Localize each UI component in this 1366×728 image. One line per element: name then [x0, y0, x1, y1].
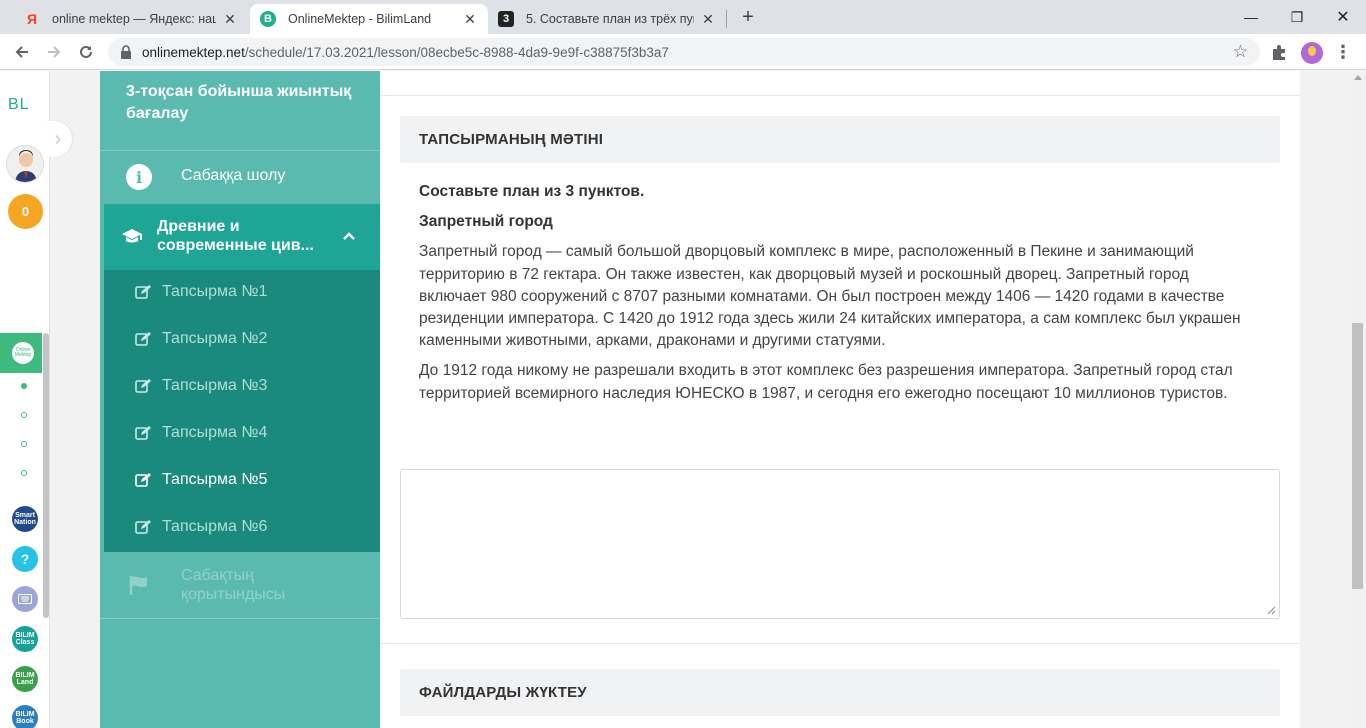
leftbar-scrollbar[interactable] [43, 333, 49, 618]
text-paragraph: Запретный город — самый большой дворцовы… [419, 243, 1241, 350]
edit-pen-icon [135, 379, 151, 393]
page-scrollbar[interactable] [1350, 71, 1366, 728]
divider [380, 95, 1300, 96]
task-instruction: Составьте план из 3 пунктов. [419, 183, 645, 200]
scrollbar-thumb[interactable] [1352, 323, 1363, 589]
help-question-icon[interactable]: ? [12, 546, 38, 572]
nav-dot[interactable] [21, 412, 27, 418]
info-icon: i [126, 164, 152, 190]
task-text-section-header: ТАПСЫРМАНЫҢ МӘТІНІ [400, 116, 1280, 163]
address-bar[interactable]: onlinemektep.net/schedule/17.03.2021/les… [108, 38, 1260, 66]
lock-icon [121, 45, 131, 59]
bilimland-favicon-icon: B [260, 11, 276, 27]
tab-separator [726, 10, 727, 28]
tab-title: 5. Составьте план из трёх пунктов [526, 12, 694, 26]
bookmark-star-icon[interactable]: ☆ [1233, 42, 1248, 62]
bilim-class-icon[interactable]: BILIM Class [12, 626, 38, 652]
browser-tab-bar: Я online mektep — Яндекс: нашлось ✕ B On… [0, 0, 1366, 34]
nav-dot[interactable] [21, 470, 27, 476]
url-host: onlinemektep.net [142, 45, 245, 60]
divider [100, 618, 380, 619]
sidebar-module-label: Древние и современные цив... [157, 218, 314, 254]
coins-badge: 0 [8, 194, 43, 229]
sidebar-item-overview[interactable]: i Сабаққа шолу [100, 151, 380, 203]
chevron-up-icon[interactable] [342, 228, 356, 244]
task-list: Тапсырма №1 Тапсырма №2 Тапсырма №3 Тапс… [104, 270, 380, 552]
online-mektep-app[interactable]: Online Mektep [0, 333, 42, 373]
bilim-book-icon[interactable]: BILIM Book [12, 705, 38, 728]
divider [380, 643, 1300, 644]
browser-toolbar: onlinemektep.net/schedule/17.03.2021/les… [0, 34, 1366, 70]
sidebar-item-label: Сабақтың қорытындысы [181, 567, 286, 603]
edit-pen-icon [135, 285, 151, 299]
scroll-up-arrow-icon[interactable] [1354, 75, 1362, 80]
bilim-land-icon[interactable]: BILIM Land [12, 666, 38, 692]
znanija-favicon-icon: 3 [498, 11, 514, 27]
tab-onlinemektep[interactable]: B OnlineMektep - BilimLand ✕ [250, 4, 488, 34]
app-left-bar: BL 0 Online Mektep Smart Nation ? BILIM … [0, 71, 50, 728]
sidebar-item-task-1[interactable]: Тапсырма №1 [104, 270, 380, 317]
close-window-button[interactable]: ✕ [1320, 0, 1366, 34]
bilimland-logo[interactable]: BL [8, 96, 30, 114]
smart-nation-icon[interactable]: Smart Nation [12, 506, 38, 532]
graduation-cap-icon [122, 228, 142, 249]
tab-title: OnlineMektep - BilimLand [288, 12, 432, 26]
sidebar-item-label: Тапсырма №3 [162, 377, 268, 394]
resize-grip-icon[interactable] [1267, 606, 1276, 615]
answer-textarea[interactable] [400, 469, 1280, 619]
close-tab-icon[interactable]: ✕ [462, 11, 478, 27]
sidebar-item-label: Тапсырма №4 [162, 424, 268, 441]
sidebar-item-label: Тапсырма №2 [162, 330, 268, 347]
close-tab-icon[interactable]: ✕ [222, 11, 238, 27]
main-content: ТАПСЫРМАНЫҢ МӘТІНІ Составьте план из 3 п… [380, 71, 1300, 728]
chrome-menu-icon[interactable]: ⋮ [1334, 41, 1352, 63]
url-path: /schedule/17.03.2021/lesson/08ecbe5c-898… [244, 45, 669, 60]
task-text: Составьте план из 3 пунктов. Запретный г… [419, 181, 1249, 413]
reload-icon[interactable] [73, 39, 99, 65]
edit-pen-icon [135, 332, 151, 346]
sidebar-item-label: Тапсырма №1 [162, 283, 268, 300]
sidebar-item-label: Тапсырма №6 [162, 518, 268, 535]
close-tab-icon[interactable]: ✕ [700, 11, 716, 27]
text-paragraph: До 1912 года никому не разрешали входить… [419, 362, 1233, 402]
flag-icon [129, 576, 147, 595]
user-avatar[interactable] [6, 145, 44, 183]
text-title: Запретный город [419, 213, 553, 231]
sidebar-item-task-4[interactable]: Тапсырма №4 [104, 411, 380, 458]
tab-plan[interactable]: 3 5. Составьте план из трёх пунктов ✕ [488, 4, 726, 34]
section-title: ТАПСЫРМАНЫҢ МӘТІНІ [419, 131, 604, 148]
sidebar-item-label: Тапсырма №5 [162, 471, 268, 488]
edit-pen-icon [135, 520, 151, 534]
sidebar-module-header[interactable]: Древние и современные цив... [104, 204, 380, 270]
sidebar-item-task-2[interactable]: Тапсырма №2 [104, 317, 380, 364]
lesson-sidebar: 3-тоқсан бойынша жиынтық бағалау i Сабақ… [100, 71, 380, 728]
lesson-title: 3-тоқсан бойынша жиынтық бағалау [126, 83, 352, 122]
extensions-puzzle-icon[interactable] [1270, 43, 1288, 61]
nav-dot-active[interactable] [21, 383, 27, 389]
yandex-favicon-icon: Я [26, 11, 38, 27]
edit-pen-icon [135, 473, 151, 487]
minimize-button[interactable]: — [1228, 0, 1274, 34]
expand-sidebar-chevron-icon[interactable]: › [44, 121, 72, 157]
sidebar-item-label: Сабаққа шолу [181, 167, 286, 184]
tab-yandex[interactable]: Я online mektep — Яндекс: нашлось ✕ [14, 4, 248, 34]
profile-avatar-icon[interactable] [1301, 42, 1323, 64]
online-mektep-icon: Online Mektep [10, 340, 36, 366]
tab-title: online mektep — Яндекс: нашлось [52, 12, 216, 26]
edit-pen-icon [135, 426, 151, 440]
file-upload-section-header: ФАЙЛДАРДЫ ЖҮКТЕУ [400, 669, 1280, 716]
sidebar-item-task-5[interactable]: Тапсырма №5 [104, 458, 380, 505]
maximize-button[interactable]: ❐ [1274, 0, 1320, 34]
forward-arrow-icon[interactable] [41, 39, 67, 65]
back-arrow-icon[interactable] [9, 39, 35, 65]
new-tab-button[interactable]: + [737, 7, 759, 29]
sidebar-item-task-3[interactable]: Тапсырма №3 [104, 364, 380, 411]
url-text[interactable]: onlinemektep.net/schedule/17.03.2021/les… [142, 45, 669, 60]
sidebar-item-task-6[interactable]: Тапсырма №6 [104, 505, 380, 552]
nav-dot[interactable] [21, 441, 27, 447]
section-title: ФАЙЛДАРДЫ ЖҮКТЕУ [419, 684, 587, 701]
sidebar-item-lesson-summary[interactable]: Сабақтың қорытындысы [100, 552, 380, 620]
keyboard-icon[interactable] [12, 586, 38, 612]
